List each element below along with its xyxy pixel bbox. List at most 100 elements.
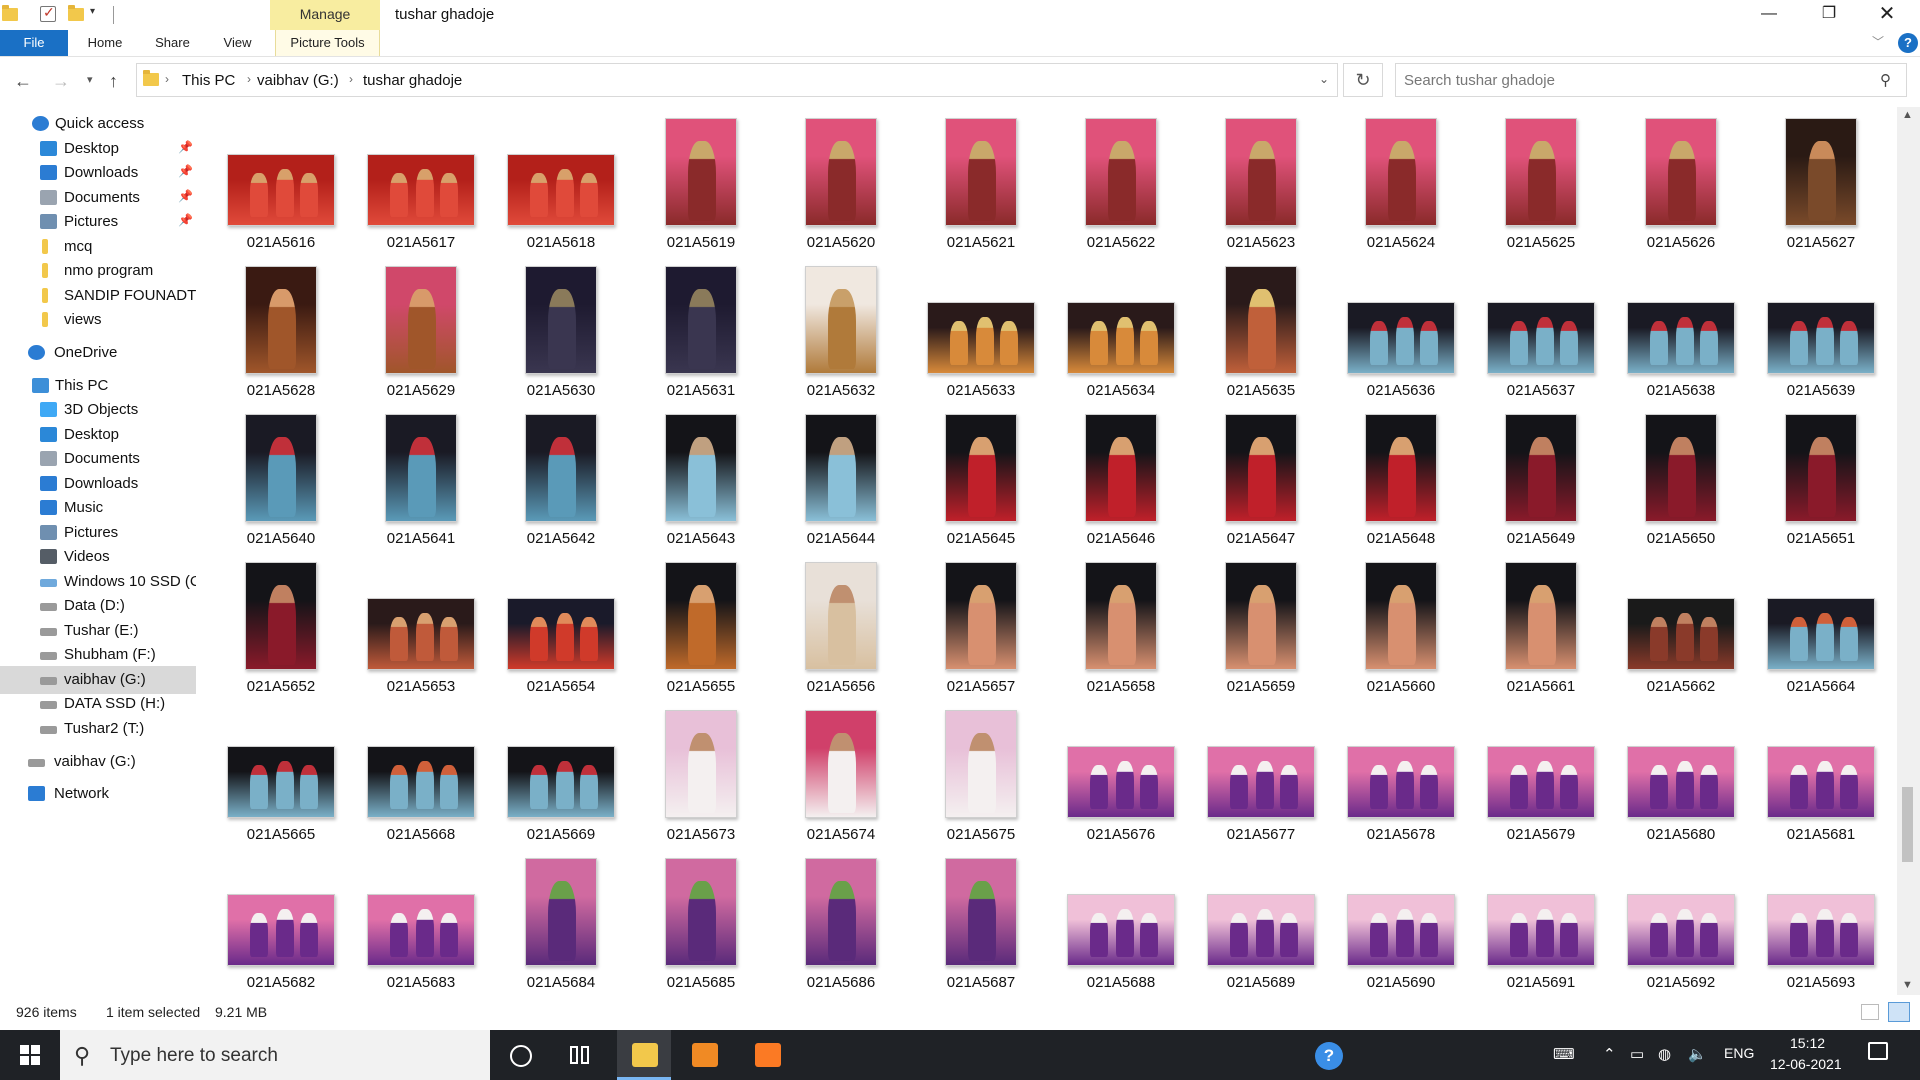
breadcrumb-chevron-icon[interactable]: › (349, 72, 353, 86)
file-explorer-taskbar-icon[interactable] (617, 1030, 671, 1080)
quick-access-toolbar-dropdown-icon[interactable]: ▾ (90, 6, 95, 17)
file-thumbnail[interactable]: 021A5626 (1611, 110, 1751, 258)
file-thumbnail[interactable]: 021A5635 (1191, 258, 1331, 406)
file-thumbnail[interactable]: 021A5629 (351, 258, 491, 406)
file-thumbnail[interactable]: 021A5654 (491, 554, 631, 702)
forward-arrow-icon[interactable]: → (52, 71, 70, 92)
file-thumbnail[interactable]: 021A5693 (1751, 850, 1891, 995)
file-thumbnail[interactable]: 021A5625 (1471, 110, 1611, 258)
file-thumbnail[interactable]: 021A5683 (351, 850, 491, 995)
file-thumbnail[interactable]: 021A5682 (211, 850, 351, 995)
sidebar-item[interactable]: Pictures 📌 (0, 208, 196, 236)
file-thumbnail[interactable]: 021A5634 (1051, 258, 1191, 406)
sidebar-item[interactable]: 3D Objects (0, 396, 196, 424)
file-thumbnail[interactable]: 021A5675 (911, 702, 1051, 850)
scroll-up-icon[interactable]: ▲ (1902, 109, 1913, 121)
breadcrumb-this-pc[interactable]: This PC (182, 72, 235, 89)
file-thumbnail[interactable]: 021A5652 (211, 554, 351, 702)
sidebar-item[interactable]: Data (D:) (0, 592, 196, 620)
sidebar-item[interactable]: Network (0, 780, 196, 808)
file-thumbnail[interactable]: 021A5651 (1751, 406, 1891, 554)
file-thumbnail[interactable]: 021A5632 (771, 258, 911, 406)
tab-view[interactable]: View (210, 30, 265, 56)
file-thumbnail[interactable]: 021A5661 (1471, 554, 1611, 702)
file-thumbnail[interactable]: 021A5643 (631, 406, 771, 554)
tab-share[interactable]: Share (145, 30, 200, 56)
file-thumbnail[interactable]: 021A5631 (631, 258, 771, 406)
file-thumbnail[interactable]: 021A5619 (631, 110, 771, 258)
properties-icon[interactable] (40, 4, 56, 22)
file-thumbnail[interactable]: 021A5622 (1051, 110, 1191, 258)
file-thumbnail[interactable]: 021A5668 (351, 702, 491, 850)
start-button[interactable] (0, 1030, 60, 1080)
file-thumbnail[interactable]: 021A5690 (1331, 850, 1471, 995)
file-thumbnail[interactable]: 021A5677 (1191, 702, 1331, 850)
address-bar[interactable]: › This PC › vaibhav (G:) › tushar ghadoj… (136, 63, 1338, 97)
taskbar-search-box[interactable]: ⚲ Type here to search (60, 1030, 490, 1080)
touch-keyboard-icon[interactable]: ⌨ (1553, 1045, 1575, 1063)
xampp-taskbar-icon[interactable] (740, 1030, 794, 1080)
file-thumbnail[interactable]: 021A5649 (1471, 406, 1611, 554)
file-thumbnail[interactable]: 021A5658 (1051, 554, 1191, 702)
file-thumbnail[interactable]: 021A5653 (351, 554, 491, 702)
address-dropdown-icon[interactable]: ⌄ (1319, 72, 1329, 86)
file-thumbnail[interactable]: 021A5630 (491, 258, 631, 406)
sidebar-item[interactable]: Documents (0, 445, 196, 473)
show-hidden-icons-icon[interactable]: ⌃ (1603, 1045, 1616, 1063)
file-thumbnail[interactable]: 021A5679 (1471, 702, 1611, 850)
file-thumbnail[interactable]: 021A5627 (1751, 110, 1891, 258)
search-box[interactable]: ⚲ (1395, 63, 1907, 97)
file-thumbnail[interactable]: 021A5641 (351, 406, 491, 554)
task-view-icon[interactable] (553, 1030, 607, 1080)
file-thumbnail[interactable]: 021A5636 (1331, 258, 1471, 406)
get-help-icon[interactable]: ? (1315, 1042, 1343, 1070)
file-thumbnail[interactable]: 021A5621 (911, 110, 1051, 258)
tab-file[interactable]: File (0, 30, 68, 56)
sidebar-item[interactable]: Downloads 📌 (0, 159, 196, 187)
network-globe-icon[interactable]: ◍ (1658, 1045, 1671, 1063)
input-language[interactable]: ENG (1724, 1045, 1754, 1061)
scroll-down-icon[interactable]: ▼ (1902, 979, 1913, 991)
maximize-button[interactable]: ❐ (1800, 0, 1858, 30)
file-thumbnail[interactable]: 021A5644 (771, 406, 911, 554)
file-thumbnail[interactable]: 021A5678 (1331, 702, 1471, 850)
new-folder-icon[interactable] (68, 5, 84, 22)
pin-icon[interactable]: 📌 (178, 140, 193, 154)
file-thumbnail[interactable]: 021A5691 (1471, 850, 1611, 995)
scrollbar-thumb[interactable] (1902, 787, 1913, 862)
notifications-icon[interactable] (1868, 1042, 1888, 1060)
file-thumbnail[interactable]: 021A5669 (491, 702, 631, 850)
large-icons-view-icon[interactable] (1888, 1002, 1910, 1022)
file-thumbnail[interactable]: 021A5657 (911, 554, 1051, 702)
sidebar-item[interactable]: DATA SSD (H:) (0, 690, 196, 718)
file-thumbnail[interactable]: 021A5656 (771, 554, 911, 702)
file-thumbnail[interactable]: 021A5680 (1611, 702, 1751, 850)
file-thumbnail[interactable]: 021A5659 (1191, 554, 1331, 702)
sidebar-item[interactable]: vaibhav (G:) (0, 748, 196, 776)
file-thumbnail[interactable]: 021A5620 (771, 110, 911, 258)
file-thumbnail[interactable]: 021A5664 (1751, 554, 1891, 702)
file-thumbnail[interactable]: 021A5648 (1331, 406, 1471, 554)
up-arrow-icon[interactable]: ↑ (109, 71, 118, 92)
file-thumbnail[interactable]: 021A5617 (351, 110, 491, 258)
breadcrumb-chevron-icon[interactable]: › (165, 72, 169, 86)
sidebar-item[interactable]: Shubham (F:) (0, 641, 196, 669)
file-thumbnail[interactable]: 021A5687 (911, 850, 1051, 995)
pin-icon[interactable]: 📌 (178, 164, 193, 178)
file-thumbnail[interactable]: 021A5660 (1331, 554, 1471, 702)
vertical-scrollbar[interactable]: ▲ ▼ (1897, 107, 1920, 995)
clock-date[interactable]: 12-06-2021 (1770, 1056, 1842, 1072)
refresh-button[interactable]: ↻ (1343, 63, 1383, 97)
pin-icon[interactable]: 📌 (178, 213, 193, 227)
breadcrumb-folder[interactable]: tushar ghadoje (363, 72, 462, 89)
cortana-icon[interactable] (492, 1030, 546, 1080)
file-thumbnail[interactable]: 021A5689 (1191, 850, 1331, 995)
file-thumbnail[interactable]: 021A5639 (1751, 258, 1891, 406)
breadcrumb-drive[interactable]: vaibhav (G:) (257, 72, 339, 89)
file-thumbnail[interactable]: 021A5624 (1331, 110, 1471, 258)
file-thumbnail[interactable]: 021A5618 (491, 110, 631, 258)
file-thumbnail[interactable]: 021A5685 (631, 850, 771, 995)
back-arrow-icon[interactable]: ← (14, 71, 32, 92)
battery-icon[interactable]: ▭ (1630, 1045, 1644, 1063)
file-thumbnail[interactable]: 021A5628 (211, 258, 351, 406)
